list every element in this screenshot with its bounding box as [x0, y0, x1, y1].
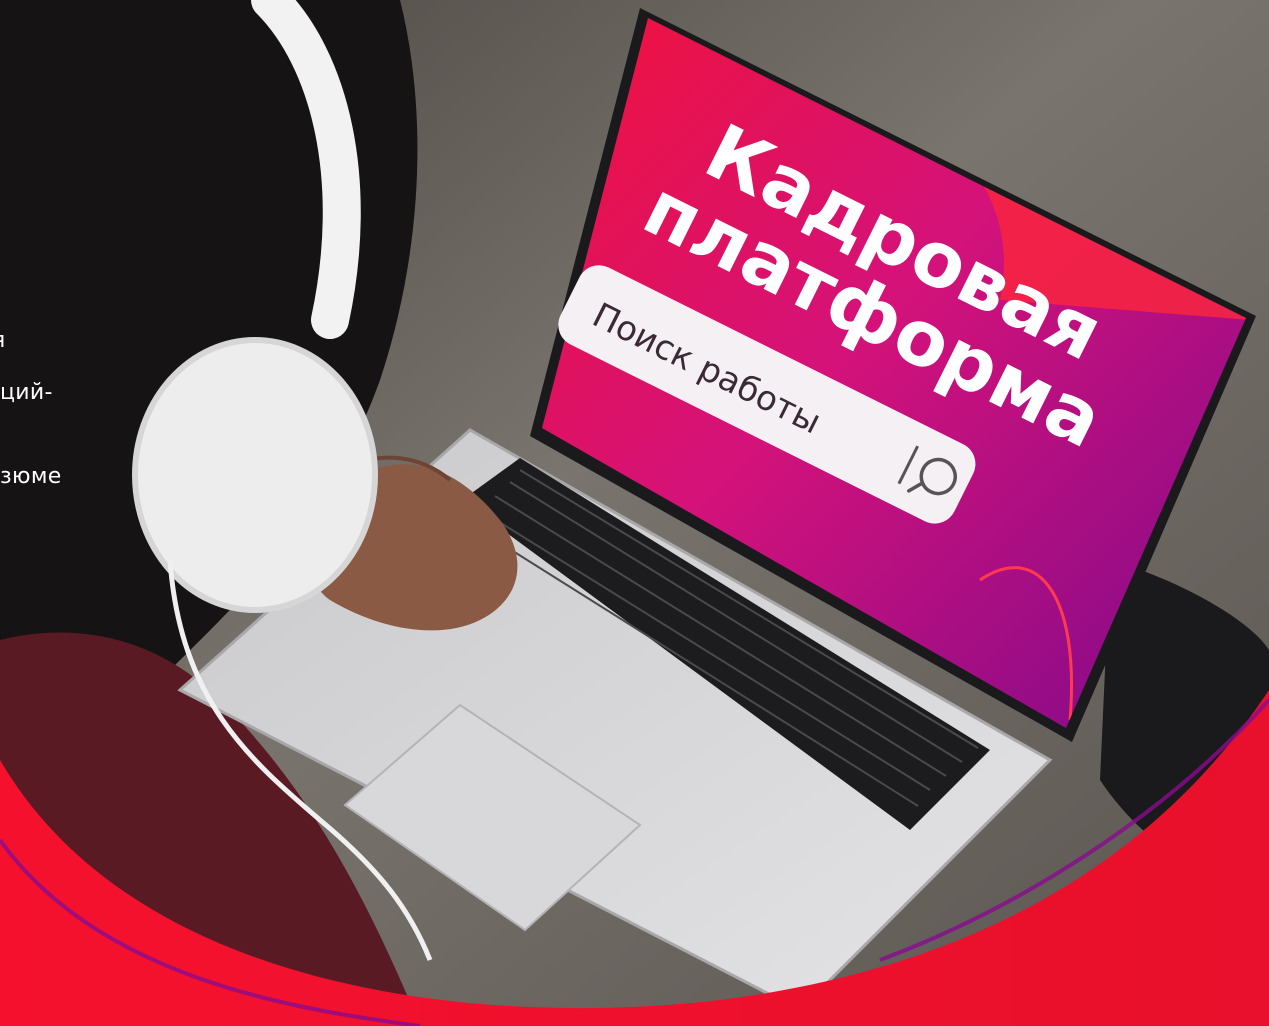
- side-text-line2: ций-: [0, 380, 53, 405]
- side-text-line1: я: [0, 328, 6, 353]
- photo-scene: Кадровая платформа Поиск работы: [0, 0, 1269, 1026]
- side-text-line3: зюме: [0, 464, 62, 489]
- banner: Кадровая платформа Поиск работы я ций- з…: [0, 0, 1269, 1026]
